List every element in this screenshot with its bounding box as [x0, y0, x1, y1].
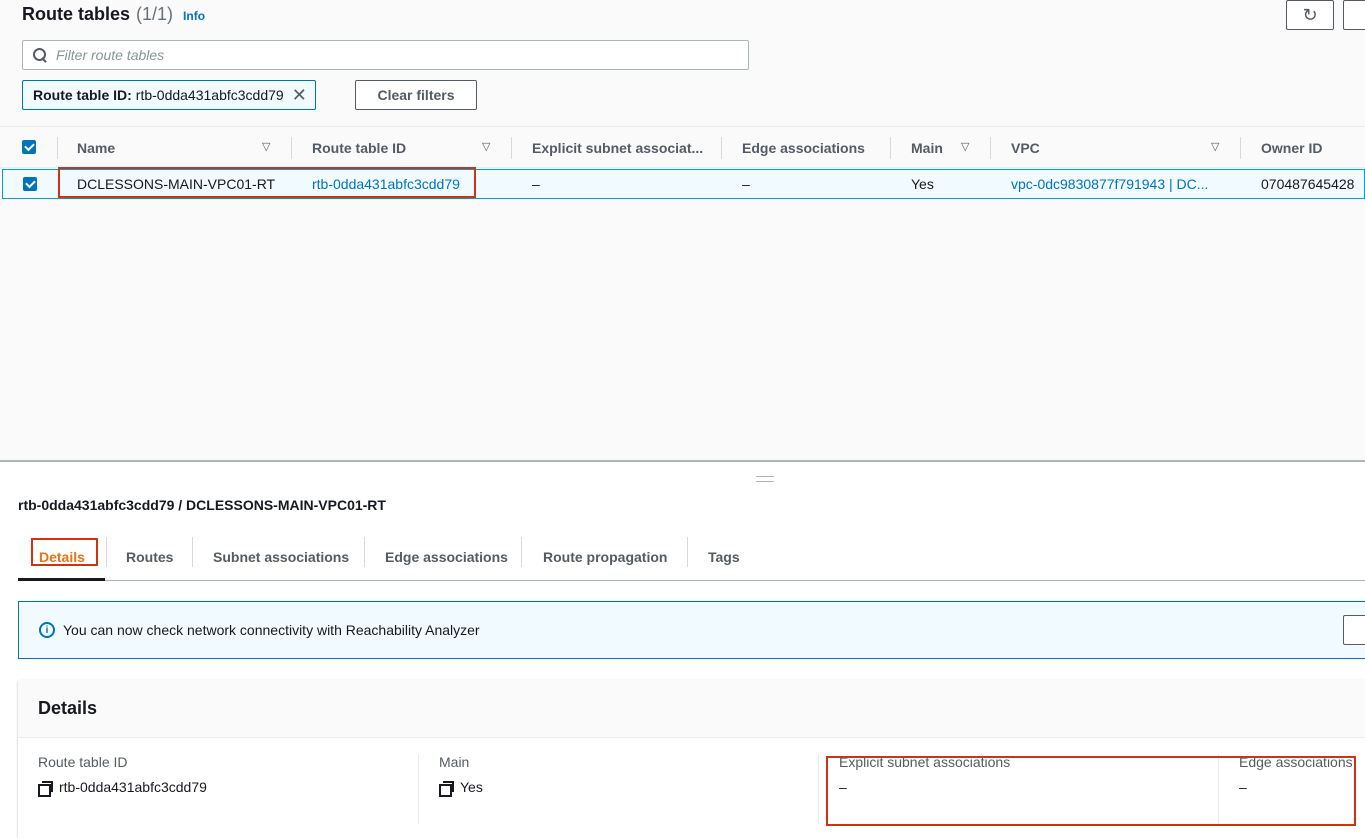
column-vpc[interactable]: VPC	[1011, 127, 1040, 169]
refresh-icon: ↻	[1302, 4, 1318, 25]
tab-route-propagation[interactable]: Route propagation	[543, 533, 667, 580]
filter-input[interactable]	[56, 47, 706, 63]
drag-handle-icon[interactable]	[756, 476, 774, 482]
tab-routes[interactable]: Routes	[126, 533, 173, 580]
filter-token-value: rtb-0dda431abfc3cdd79	[135, 87, 284, 103]
tab-subnet-associations[interactable]: Subnet associations	[213, 533, 349, 580]
page-header: Route tables (1/1) Info	[22, 4, 205, 25]
page-title: Route tables	[22, 4, 131, 24]
details-card: Details Route table ID rtb-0dda431abfc3c…	[18, 680, 1365, 838]
actions-button[interactable]	[1343, 0, 1365, 30]
row-edge-associations: –	[742, 176, 750, 192]
field-value: rtb-0dda431abfc3cdd79	[59, 779, 207, 795]
sort-icon[interactable]: ▽	[262, 140, 270, 153]
row-main: Yes	[911, 176, 934, 192]
search-icon	[33, 48, 47, 62]
row-vpc-link[interactable]: vpc-0dc9830877f791943 | DC...	[1011, 170, 1208, 198]
alert-message: You can now check network connectivity w…	[63, 622, 480, 638]
clear-filters-button[interactable]: Clear filters	[355, 80, 477, 110]
column-main[interactable]: Main	[911, 127, 943, 169]
filter-token: Route table ID: rtb-0dda431abfc3cdd79 ✕	[22, 80, 316, 110]
info-icon: i	[39, 622, 55, 638]
field-label: Route table ID	[38, 754, 128, 770]
column-route-table-id[interactable]: Route table ID	[312, 127, 406, 169]
tab-tags[interactable]: Tags	[708, 533, 740, 580]
highlight-box	[31, 538, 98, 566]
sort-icon[interactable]: ▽	[1211, 140, 1219, 153]
field-main: Main Yes	[439, 754, 483, 797]
highlight-box	[58, 167, 476, 198]
refresh-button[interactable]: ↻	[1286, 0, 1334, 30]
panel-splitter[interactable]	[0, 460, 1365, 462]
select-all-checkbox[interactable]	[22, 140, 36, 154]
sort-icon[interactable]: ▽	[961, 140, 969, 153]
highlight-box	[826, 756, 1356, 826]
field-route-table-id: Route table ID rtb-0dda431abfc3cdd79	[38, 754, 207, 797]
sort-icon[interactable]: ▽	[482, 140, 490, 153]
card-title: Details	[18, 680, 1365, 738]
field-value: Yes	[460, 779, 483, 795]
column-owner-id[interactable]: Owner ID	[1261, 127, 1322, 169]
copy-icon[interactable]	[439, 780, 454, 797]
column-name[interactable]: Name	[77, 127, 115, 169]
detail-title: rtb-0dda431abfc3cdd79 / DCLESSONS-MAIN-V…	[18, 497, 386, 513]
detail-tabs: Details Routes Subnet associations Edge …	[18, 533, 1365, 581]
table-header: Name ▽ Route table ID ▽ Explicit subnet …	[0, 126, 1365, 168]
close-icon[interactable]: ✕	[292, 86, 307, 104]
info-link[interactable]: Info	[183, 9, 205, 23]
column-explicit-subnet[interactable]: Explicit subnet associat...	[532, 127, 703, 169]
route-tables-panel: Route tables (1/1) Info ↻ Route table ID…	[0, 0, 1365, 461]
tab-edge-associations[interactable]: Edge associations	[385, 533, 508, 580]
row-explicit-subnet: –	[532, 176, 540, 192]
info-alert: i You can now check network connectivity…	[18, 601, 1365, 659]
active-tab-indicator	[18, 578, 105, 581]
copy-icon[interactable]	[38, 780, 53, 797]
filter-token-key: Route table ID:	[33, 87, 132, 103]
column-edge-associations[interactable]: Edge associations	[742, 127, 865, 169]
row-checkbox[interactable]	[23, 177, 37, 191]
field-label: Main	[439, 754, 470, 770]
selection-count: (1/1)	[136, 4, 174, 24]
row-owner-id: 070487645428	[1261, 176, 1355, 192]
filter-search	[22, 40, 749, 70]
alert-action-button[interactable]	[1343, 615, 1365, 645]
